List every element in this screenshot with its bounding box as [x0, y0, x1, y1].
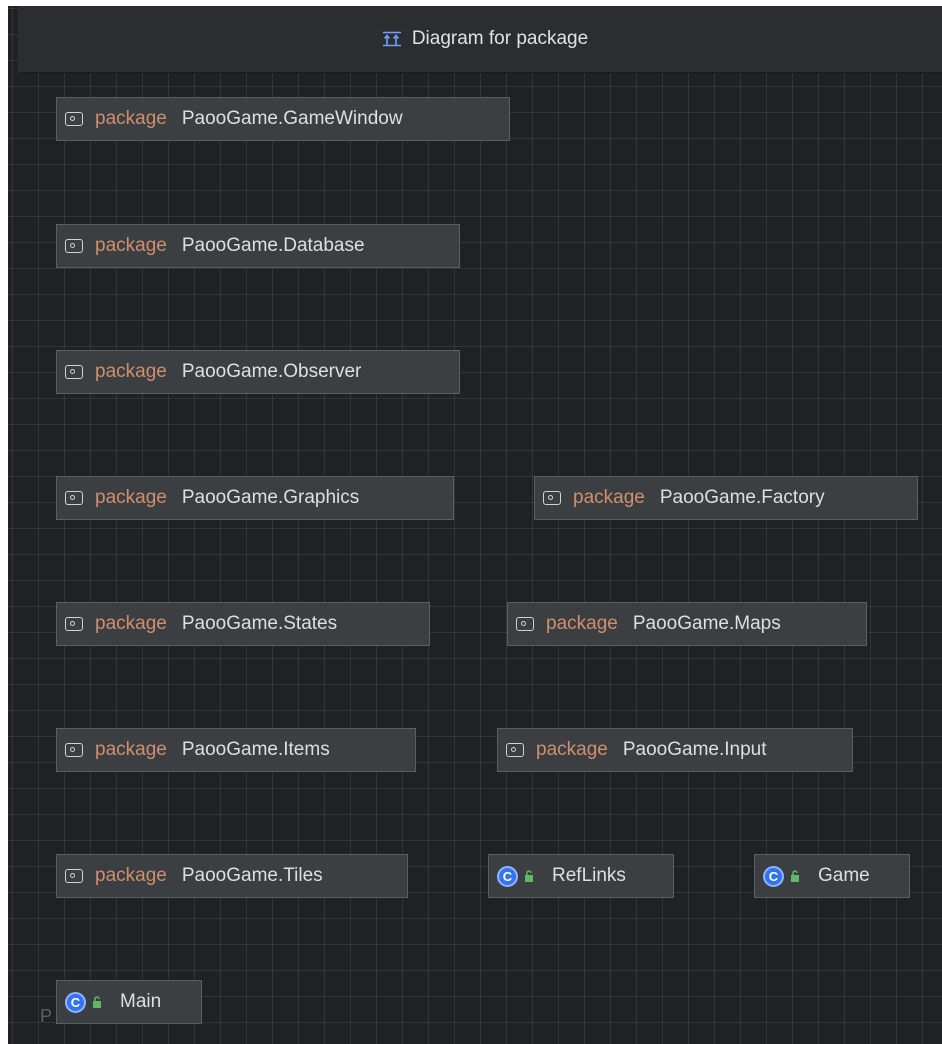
package-node-factory[interactable]: package PaooGame.Factory — [534, 476, 918, 520]
package-node-tiles[interactable]: package PaooGame.Tiles — [56, 854, 408, 898]
class-icon: C — [763, 865, 784, 887]
package-name: PaooGame.Items — [181, 739, 330, 760]
package-node-database[interactable]: package PaooGame.Database — [56, 224, 460, 268]
package-folder-icon — [65, 365, 83, 379]
package-keyword: package — [95, 361, 167, 382]
package-node-maps[interactable]: package PaooGame.Maps — [507, 602, 867, 646]
public-lock-icon — [93, 996, 101, 1008]
package-keyword: package — [95, 613, 167, 634]
package-folder-icon — [65, 239, 83, 253]
class-icon: C — [497, 865, 518, 887]
public-lock-icon — [525, 870, 533, 882]
package-keyword: package — [573, 487, 645, 508]
package-keyword: package — [95, 865, 167, 886]
package-name: PaooGame.GameWindow — [181, 108, 403, 129]
package-name: PaooGame.Factory — [659, 487, 825, 508]
class-node-main[interactable]: C Main — [56, 980, 202, 1024]
package-name: PaooGame.States — [181, 613, 338, 634]
package-node-input[interactable]: package PaooGame.Input — [497, 728, 853, 772]
package-keyword: package — [546, 613, 618, 634]
package-name: PaooGame.Maps — [632, 613, 781, 634]
package-folder-icon — [65, 743, 83, 757]
package-name: PaooGame.Observer — [181, 361, 362, 382]
package-folder-icon — [65, 491, 83, 505]
package-folder-icon — [65, 617, 83, 631]
package-name: PaooGame.Input — [622, 739, 767, 760]
package-node-graphics[interactable]: package PaooGame.Graphics — [56, 476, 454, 520]
package-keyword: package — [536, 739, 608, 760]
class-name: Main — [120, 991, 162, 1012]
class-hierarchy-icon — [382, 31, 401, 47]
class-icon: C — [65, 991, 86, 1013]
package-node-gamewindow[interactable]: package PaooGame.GameWindow — [56, 97, 510, 141]
package-node-items[interactable]: package PaooGame.Items — [56, 728, 416, 772]
package-keyword: package — [95, 739, 167, 760]
class-name: Game — [818, 865, 870, 886]
package-folder-icon — [543, 491, 561, 505]
diagram-title-bar: Diagram for package — [18, 6, 942, 73]
package-node-states[interactable]: package PaooGame.States — [56, 602, 430, 646]
package-keyword: package — [95, 108, 167, 129]
package-folder-icon — [516, 617, 534, 631]
package-folder-icon — [506, 743, 524, 757]
package-folder-icon — [65, 869, 83, 883]
diagram-window: Diagram for package package PaooGame.Gam… — [8, 6, 942, 1044]
package-keyword: package — [95, 487, 167, 508]
package-name: PaooGame.Tiles — [181, 865, 323, 886]
package-folder-icon — [65, 112, 83, 126]
class-node-reflinks[interactable]: C RefLinks — [488, 854, 674, 898]
public-lock-icon — [791, 870, 799, 882]
package-keyword: package — [95, 235, 167, 256]
package-name: PaooGame.Graphics — [181, 487, 360, 508]
diagram-title: Diagram for package — [411, 28, 589, 49]
class-node-game[interactable]: C Game — [754, 854, 910, 898]
package-name: PaooGame.Database — [181, 235, 365, 256]
class-name: RefLinks — [552, 865, 626, 886]
package-node-observer[interactable]: package PaooGame.Observer — [56, 350, 460, 394]
